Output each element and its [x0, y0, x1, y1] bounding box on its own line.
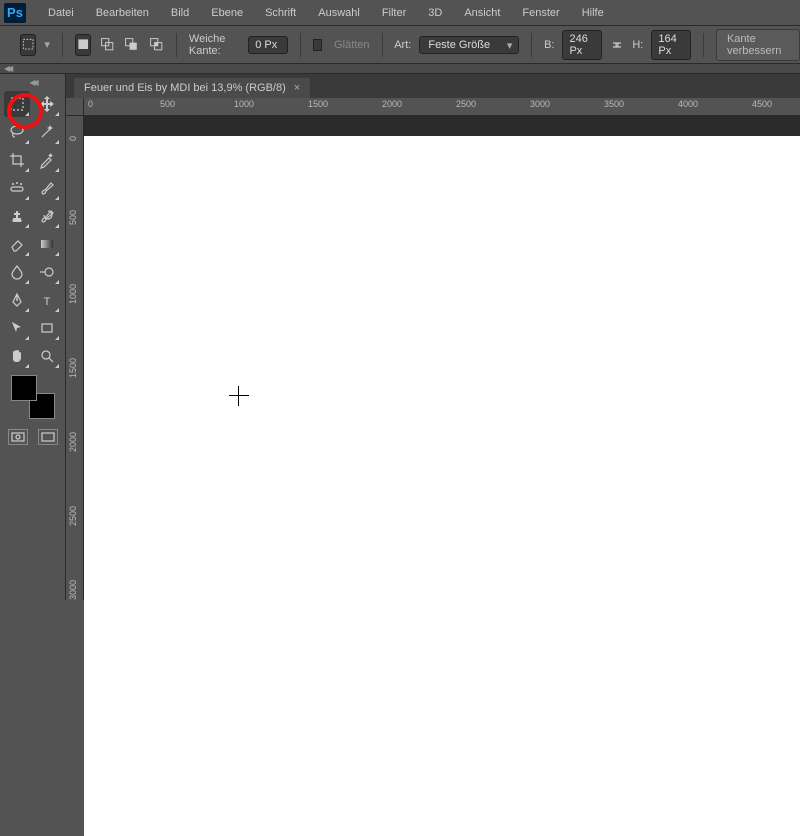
antialias-label: Glätten: [334, 39, 369, 51]
foreground-color-swatch[interactable]: [11, 375, 37, 401]
eyedropper-tool-icon[interactable]: [34, 147, 60, 173]
width-input[interactable]: 246 Px: [562, 30, 602, 60]
ruler-h-tick: 2000: [382, 99, 402, 109]
crosshair-cursor-icon: [229, 386, 249, 406]
ruler-v-tick: 2000: [68, 432, 78, 452]
brush-tool-icon[interactable]: [34, 175, 60, 201]
vertical-ruler[interactable]: 0 500 1000 1500 2000 2500 3000: [66, 116, 84, 600]
style-select[interactable]: Feste Größe: [419, 36, 519, 54]
screenmode-icon[interactable]: [38, 429, 58, 445]
ruler-v-tick: 2500: [68, 506, 78, 526]
menu-filter[interactable]: Filter: [372, 3, 416, 23]
ruler-h-tick: 1500: [308, 99, 328, 109]
document-tab[interactable]: Feuer und Eis by MDI bei 13,9% (RGB/8) ×: [74, 78, 310, 98]
menu-3d[interactable]: 3D: [418, 3, 452, 23]
options-bar: ▾ Weiche Kante: 0 Px Glätten Art: Feste …: [0, 26, 800, 64]
path-selection-tool-icon[interactable]: [4, 315, 30, 341]
eraser-tool-icon[interactable]: [4, 231, 30, 257]
ruler-h-tick: 2500: [456, 99, 476, 109]
menu-file[interactable]: Datei: [38, 3, 84, 23]
menu-help[interactable]: Hilfe: [572, 3, 614, 23]
marquee-tool-icon[interactable]: [4, 91, 30, 117]
color-swatches[interactable]: [11, 375, 55, 419]
menu-layer[interactable]: Ebene: [201, 3, 253, 23]
document-tab-bar: Feuer und Eis by MDI bei 13,9% (RGB/8) ×: [66, 74, 800, 98]
ruler-v-tick: 500: [68, 210, 78, 225]
menu-bar: Ps Datei Bearbeiten Bild Ebene Schrift A…: [0, 0, 800, 26]
ruler-origin[interactable]: [66, 98, 84, 116]
ruler-h-tick: 500: [160, 99, 175, 109]
history-brush-tool-icon[interactable]: [34, 203, 60, 229]
ruler-h-tick: 1000: [234, 99, 254, 109]
selection-new-icon[interactable]: [75, 34, 91, 56]
ruler-h-tick: 4500: [752, 99, 772, 109]
close-tab-icon[interactable]: ×: [294, 82, 300, 94]
blur-tool-icon[interactable]: [4, 259, 30, 285]
menu-window[interactable]: Fenster: [512, 3, 569, 23]
pen-tool-icon[interactable]: [4, 287, 30, 313]
document-tab-title: Feuer und Eis by MDI bei 13,9% (RGB/8): [84, 82, 286, 94]
ruler-v-tick: 3000: [68, 580, 78, 600]
menu-type[interactable]: Schrift: [255, 3, 306, 23]
ruler-h-tick: 4000: [678, 99, 698, 109]
menu-image[interactable]: Bild: [161, 3, 199, 23]
antialias-checkbox: [313, 39, 322, 51]
style-label: Art:: [394, 39, 411, 51]
healing-brush-tool-icon[interactable]: [4, 175, 30, 201]
link-dimensions-icon[interactable]: [610, 38, 624, 52]
quickmask-icon[interactable]: [8, 429, 28, 445]
ruler-h-tick: 0: [88, 99, 93, 109]
crop-tool-icon[interactable]: [4, 147, 30, 173]
type-tool-icon[interactable]: T: [34, 287, 60, 313]
width-label: B:: [544, 39, 554, 51]
ruler-v-tick: 0: [68, 136, 78, 141]
selection-subtract-icon[interactable]: [123, 34, 139, 56]
selection-intersect-icon[interactable]: [148, 34, 164, 56]
lasso-tool-icon[interactable]: [4, 119, 30, 145]
feather-input[interactable]: 0 Px: [248, 36, 288, 54]
clone-stamp-tool-icon[interactable]: [4, 203, 30, 229]
svg-text:T: T: [43, 296, 50, 308]
menu-edit[interactable]: Bearbeiten: [86, 3, 159, 23]
canvas[interactable]: [84, 136, 800, 836]
panel-collapse-strip[interactable]: ◀◀: [0, 64, 800, 74]
menu-view[interactable]: Ansicht: [454, 3, 510, 23]
selection-add-icon[interactable]: [99, 34, 115, 56]
move-tool-icon[interactable]: [34, 91, 60, 117]
ruler-v-tick: 1500: [68, 358, 78, 378]
height-input[interactable]: 164 Px: [651, 30, 691, 60]
dodge-tool-icon[interactable]: [34, 259, 60, 285]
refine-edge-button[interactable]: Kante verbessern: [716, 29, 800, 61]
ruler-h-tick: 3000: [530, 99, 550, 109]
tool-preset-icon[interactable]: [20, 34, 36, 56]
zoom-tool-icon[interactable]: [34, 343, 60, 369]
shape-tool-icon[interactable]: [34, 315, 60, 341]
ruler-h-tick: 3500: [604, 99, 624, 109]
document-area: Feuer und Eis by MDI bei 13,9% (RGB/8) ×…: [66, 74, 800, 600]
app-logo: Ps: [4, 3, 26, 23]
canvas-viewport[interactable]: [84, 116, 800, 600]
toolbox-collapse-icon[interactable]: ◀◀: [29, 78, 35, 87]
height-label: H:: [632, 39, 643, 51]
hand-tool-icon[interactable]: [4, 343, 30, 369]
ruler-v-tick: 1000: [68, 284, 78, 304]
gradient-tool-icon[interactable]: [34, 231, 60, 257]
workspace: ◀◀ T: [0, 74, 800, 600]
magic-wand-tool-icon[interactable]: [34, 119, 60, 145]
menu-select[interactable]: Auswahl: [308, 3, 370, 23]
toolbox: ◀◀ T: [0, 74, 66, 600]
feather-label: Weiche Kante:: [189, 33, 240, 57]
horizontal-ruler[interactable]: 0 500 1000 1500 2000 2500 3000 3500 4000…: [84, 98, 800, 116]
